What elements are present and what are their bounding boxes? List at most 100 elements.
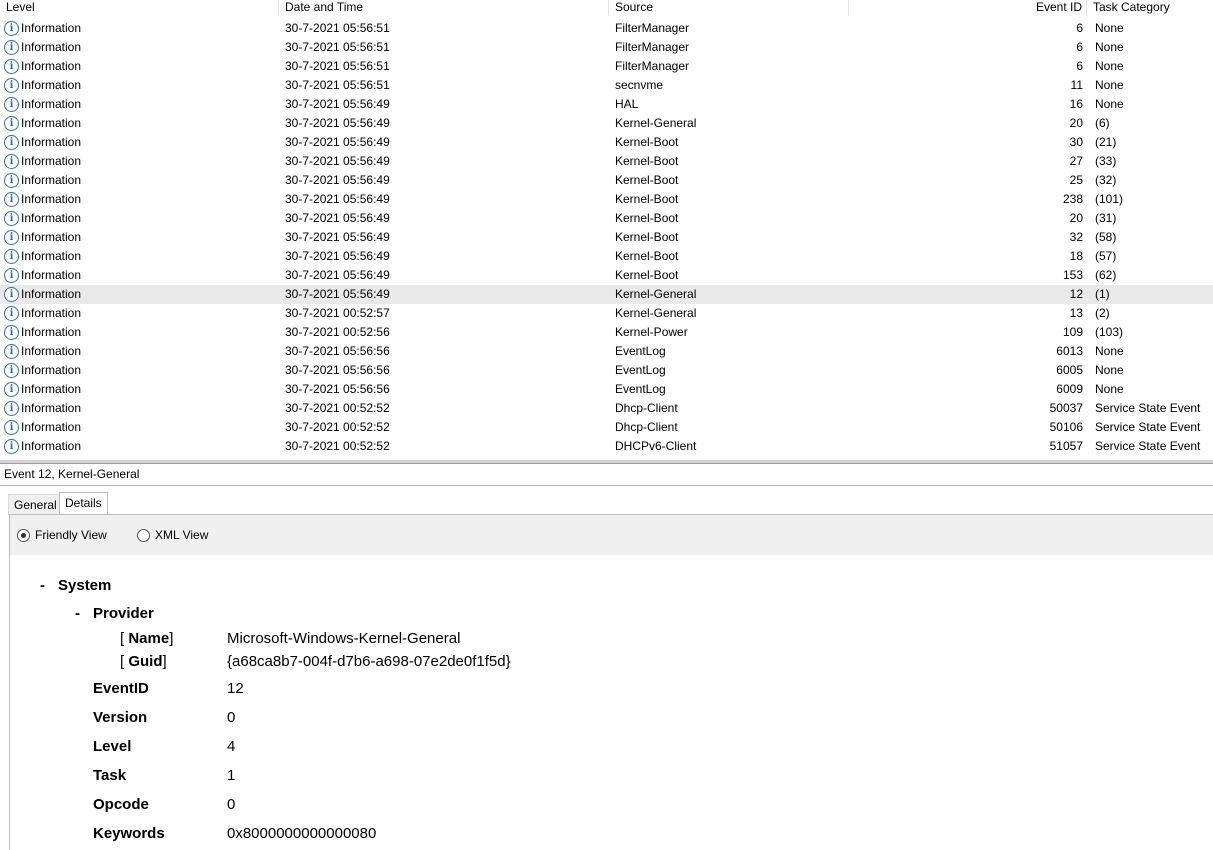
information-icon: i — [4, 135, 19, 150]
row-level: Information — [21, 40, 82, 54]
field-key-keywords: Keywords — [93, 825, 165, 842]
field-value-level: 4 — [227, 738, 236, 755]
field-value-task: 1 — [227, 767, 236, 784]
row-event-id: 6 — [1076, 40, 1083, 54]
table-row[interactable]: i Information 30-7-2021 05:56:49 Kernel-Boo… — [0, 133, 1213, 152]
row-event-id: 25 — [1069, 173, 1083, 187]
row-event-id: 12 — [1069, 287, 1083, 301]
row-task-category: (32) — [1095, 173, 1117, 187]
row-event-id: 6009 — [1056, 382, 1083, 396]
row-task-category: None — [1095, 59, 1124, 73]
table-row[interactable]: i Information 30-7-2021 00:52:56 Kernel-Pow… — [0, 323, 1213, 342]
row-source: EventLog — [615, 363, 666, 377]
row-task-category: (31) — [1095, 211, 1117, 225]
table-row[interactable]: i Information 30-7-2021 05:56:56 EventLog 60… — [0, 380, 1213, 399]
row-source: Kernel-Boot — [615, 211, 679, 225]
information-icon: i — [4, 192, 19, 207]
table-row[interactable]: i Information 30-7-2021 00:52:52 Dhcp-Clien… — [0, 399, 1213, 418]
title-divider — [0, 485, 1213, 486]
row-task-category: Service State Event — [1095, 439, 1201, 453]
column-header-event-id[interactable]: Event ID — [849, 0, 1087, 16]
field-key-level: Level — [93, 738, 132, 755]
field-value-version: 0 — [227, 709, 236, 726]
column-header-date[interactable]: Date and Time — [279, 0, 609, 16]
table-row[interactable]: i Information 30-7-2021 05:56:51 secnvme 11 N… — [0, 76, 1213, 95]
information-icon: i — [4, 344, 19, 359]
row-level: Information — [21, 59, 82, 73]
row-date: 30-7-2021 05:56:56 — [285, 382, 390, 396]
row-task-category: Service State Event — [1095, 420, 1201, 434]
table-row[interactable]: i Information 30-7-2021 05:56:49 Kernel-Boo… — [0, 171, 1213, 190]
table-row[interactable]: i Information 30-7-2021 05:56:56 EventLog 60… — [0, 361, 1213, 380]
row-level: Information — [21, 78, 82, 92]
row-level: Information — [21, 363, 82, 377]
row-source: DHCPv6-Client — [615, 439, 697, 453]
row-source: Kernel-Power — [615, 325, 688, 339]
table-row[interactable]: i Information 30-7-2021 05:56:51 FilterMana… — [0, 38, 1213, 57]
row-date: 30-7-2021 05:56:49 — [285, 135, 390, 149]
table-row[interactable]: i Information 30-7-2021 00:52:52 Dhcp-Clien… — [0, 418, 1213, 437]
table-row[interactable]: i Information 30-7-2021 05:56:49 Kernel-Boo… — [0, 209, 1213, 228]
information-icon: i — [4, 173, 19, 188]
row-source: Kernel-Boot — [615, 154, 679, 168]
event-list[interactable]: Level Date and Time Source Event ID Task… — [0, 0, 1213, 460]
table-row[interactable]: i Information 30-7-2021 05:56:49 HAL 16 None — [0, 95, 1213, 114]
information-icon: i — [4, 268, 19, 283]
table-row[interactable]: i Information 30-7-2021 05:56:51 FilterMana… — [0, 19, 1213, 38]
table-row[interactable]: i Information 30-7-2021 05:56:49 Kernel-Boo… — [0, 190, 1213, 209]
row-task-category: None — [1095, 40, 1124, 54]
row-level: Information — [21, 287, 82, 301]
row-source: FilterManager — [615, 21, 690, 35]
event-rows: i Information 30-7-2021 05:56:51 FilterMana… — [0, 19, 1213, 456]
row-source: HAL — [615, 97, 639, 111]
row-level: Information — [21, 192, 82, 206]
table-row[interactable]: i Information 30-7-2021 00:52:52 DHCPv6-Cli… — [0, 437, 1213, 456]
tab-details[interactable]: Details — [59, 492, 108, 515]
information-icon: i — [4, 439, 19, 454]
information-icon: i — [4, 116, 19, 131]
table-row[interactable]: i Information 30-7-2021 05:56:49 Kernel-Boo… — [0, 247, 1213, 266]
row-event-id: 50106 — [1049, 420, 1083, 434]
table-row[interactable]: i Information 30-7-2021 05:56:49 Kernel-Boo… — [0, 228, 1213, 247]
information-icon: i — [4, 21, 19, 36]
row-source: Kernel-Boot — [615, 230, 679, 244]
pane-splitter[interactable] — [0, 460, 1213, 464]
column-header-level[interactable]: Level — [0, 0, 279, 16]
column-header-source[interactable]: Source — [609, 0, 849, 16]
field-key-eventid: EventID — [93, 680, 149, 697]
row-level: Information — [21, 306, 82, 320]
row-level: Information — [21, 154, 82, 168]
information-icon: i — [4, 420, 19, 435]
row-event-id: 238 — [1062, 192, 1083, 206]
row-task-category: None — [1095, 97, 1124, 111]
table-row[interactable]: i Information 30-7-2021 05:56:49 Kernel-Boo… — [0, 266, 1213, 285]
row-date: 30-7-2021 00:52:52 — [285, 401, 390, 415]
table-row[interactable]: i Information 30-7-2021 05:56:49 Kernel-Gen… — [0, 114, 1213, 133]
table-row[interactable]: i Information 30-7-2021 05:56:49 Kernel-Gen… — [0, 285, 1213, 304]
tab-general[interactable]: General — [8, 494, 63, 514]
table-row[interactable]: i Information 30-7-2021 00:52:57 Kernel-Gen… — [0, 304, 1213, 323]
row-date: 30-7-2021 05:56:49 — [285, 116, 390, 130]
provider-toggle[interactable]: - — [75, 604, 80, 624]
row-event-id: 20 — [1069, 211, 1083, 225]
column-header-task-category[interactable]: Task Category — [1087, 0, 1213, 16]
table-row[interactable]: i Information 30-7-2021 05:56:56 EventLog 60… — [0, 342, 1213, 361]
row-event-id: 13 — [1069, 306, 1083, 320]
row-event-id: 50037 — [1049, 401, 1083, 415]
information-icon: i — [4, 325, 19, 340]
table-row[interactable]: i Information 30-7-2021 05:56:51 FilterMana… — [0, 57, 1213, 76]
system-toggle[interactable]: - — [40, 576, 45, 596]
row-task-category: None — [1095, 21, 1124, 35]
row-task-category: None — [1095, 363, 1124, 377]
field-key-opcode: Opcode — [93, 796, 149, 813]
friendly-view-label: Friendly View — [35, 528, 107, 542]
row-event-id: 109 — [1062, 325, 1083, 339]
information-icon: i — [4, 287, 19, 302]
guid-key: [ Guid] — [120, 653, 167, 670]
information-icon: i — [4, 97, 19, 112]
radio-selected-icon — [17, 529, 30, 542]
table-row[interactable]: i Information 30-7-2021 05:56:49 Kernel-Boo… — [0, 152, 1213, 171]
row-event-id: 6 — [1076, 21, 1083, 35]
row-source: Dhcp-Client — [615, 420, 678, 434]
row-task-category: (58) — [1095, 230, 1117, 244]
